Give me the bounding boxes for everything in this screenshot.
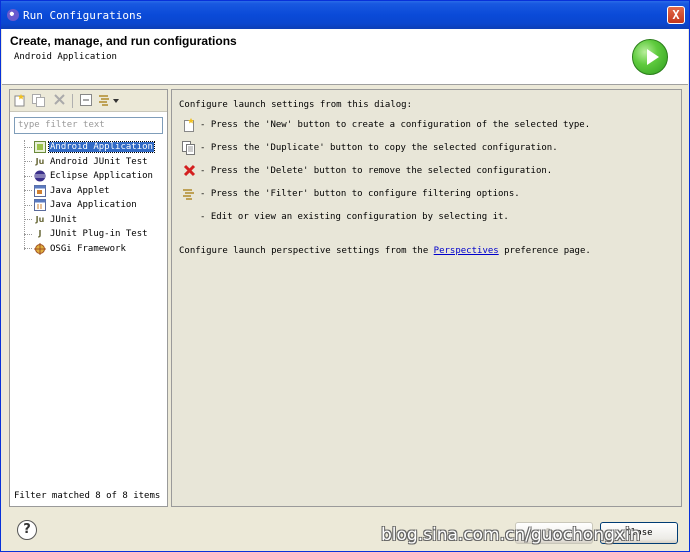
eclipse-icon: [34, 170, 46, 182]
info-row-new: - Press the 'New' button to create a con…: [182, 117, 590, 133]
delete-icon: [53, 94, 65, 105]
perspectives-link[interactable]: Perspectives: [434, 246, 499, 256]
filter-button[interactable]: [97, 94, 121, 108]
collapse-all-icon: [80, 94, 92, 106]
tree-item-java-application[interactable]: Java Application: [24, 198, 138, 212]
duplicate-button[interactable]: [31, 94, 45, 108]
info-row-duplicate: - Press the 'Duplicate' button to copy t…: [182, 140, 558, 156]
info-row-filter: - Press the 'Filter' button to configure…: [182, 186, 520, 202]
tree-item-java-applet[interactable]: Java Applet: [24, 184, 111, 198]
configuration-list-panel: type filter text Android Application Ju …: [9, 89, 168, 507]
tree-item-label: JUnit: [50, 214, 78, 225]
tree-item-junit[interactable]: Ju JUnit: [24, 213, 78, 227]
new-config-icon: [182, 118, 196, 132]
tree-item-label: Java Application: [50, 200, 137, 210]
dialog-header: Create, manage, and run configurations A…: [2, 29, 688, 85]
tree-item-label: Java Applet: [50, 185, 110, 196]
help-icon[interactable]: ?: [17, 520, 37, 540]
info-footer: Configure launch perspective settings fr…: [179, 246, 591, 256]
delete-icon: [182, 164, 196, 178]
eclipse-icon: [7, 9, 19, 21]
filter-icon: [182, 187, 196, 201]
info-row-text: - Edit or view an existing configuration…: [200, 212, 509, 222]
tree-item-label: Android Application: [48, 141, 155, 153]
run-icon: [632, 39, 668, 75]
tree-item-label: Eclipse Application: [50, 171, 153, 181]
info-row-text: - Press the 'New' button to create a con…: [200, 120, 591, 130]
toolbar-separator: [72, 94, 73, 108]
tree-item-label: OSGi Framework: [50, 243, 126, 254]
info-row-text: - Press the 'Filter' button to configure…: [200, 189, 520, 199]
info-footer-text-end: preference page.: [498, 246, 591, 256]
tree-item-eclipse-application[interactable]: Eclipse Application: [24, 169, 154, 183]
filter-input[interactable]: type filter text: [14, 117, 163, 134]
info-panel: Configure launch settings from this dial…: [171, 89, 682, 507]
title-bar: Run Configurations X: [1, 1, 689, 29]
info-intro: Configure launch settings from this dial…: [179, 100, 412, 110]
filter-icon: [99, 95, 119, 106]
applet-icon: [34, 184, 46, 197]
info-row-edit: - Edit or view an existing configuration…: [182, 209, 509, 225]
info-row-delete: - Press the 'Delete' button to remove th…: [182, 163, 552, 179]
duplicate-icon: [31, 94, 45, 107]
header-title: Create, manage, and run configurations: [10, 34, 237, 48]
junit-icon: Ju: [35, 156, 45, 166]
junit-icon: Ju: [35, 214, 45, 224]
info-row-text: - Press the 'Duplicate' button to copy t…: [200, 143, 558, 153]
android-app-icon: [34, 141, 46, 153]
tree-item-label: JUnit Plug-in Test: [50, 229, 148, 239]
info-row-text: - Press the 'Delete' button to remove th…: [200, 166, 553, 176]
run-configurations-dialog: Run Configurations X Create, manage, and…: [0, 0, 690, 552]
tree-item-osgi-framework[interactable]: OSGi Framework: [24, 242, 127, 256]
osgi-icon: [34, 242, 46, 255]
tree-item-label: Android JUnit Test: [50, 156, 148, 167]
watermark: blog.sina.com.cn/guochongxin: [381, 525, 641, 545]
config-toolbar: [10, 90, 167, 112]
duplicate-icon: [182, 141, 196, 155]
close-window-button[interactable]: X: [667, 6, 685, 24]
blank-icon: [182, 210, 196, 224]
tree-item-android-application[interactable]: Android Application: [24, 140, 155, 154]
tree-item-junit-plugin-test[interactable]: J JUnit Plug-in Test: [24, 227, 149, 241]
java-app-icon: [34, 199, 46, 211]
header-subtitle: Android Application: [14, 52, 117, 62]
delete-button[interactable]: [52, 94, 66, 108]
new-config-icon: [14, 94, 25, 107]
window-title: Run Configurations: [23, 9, 143, 22]
junit-plugin-icon: J: [38, 229, 42, 238]
tree-item-android-junit-test[interactable]: Ju Android JUnit Test: [24, 155, 149, 169]
new-config-button[interactable]: [13, 94, 27, 108]
info-footer-text: Configure launch perspective settings fr…: [179, 246, 434, 256]
collapse-all-button[interactable]: [79, 94, 93, 108]
filter-status: Filter matched 8 of 8 items: [14, 491, 161, 501]
